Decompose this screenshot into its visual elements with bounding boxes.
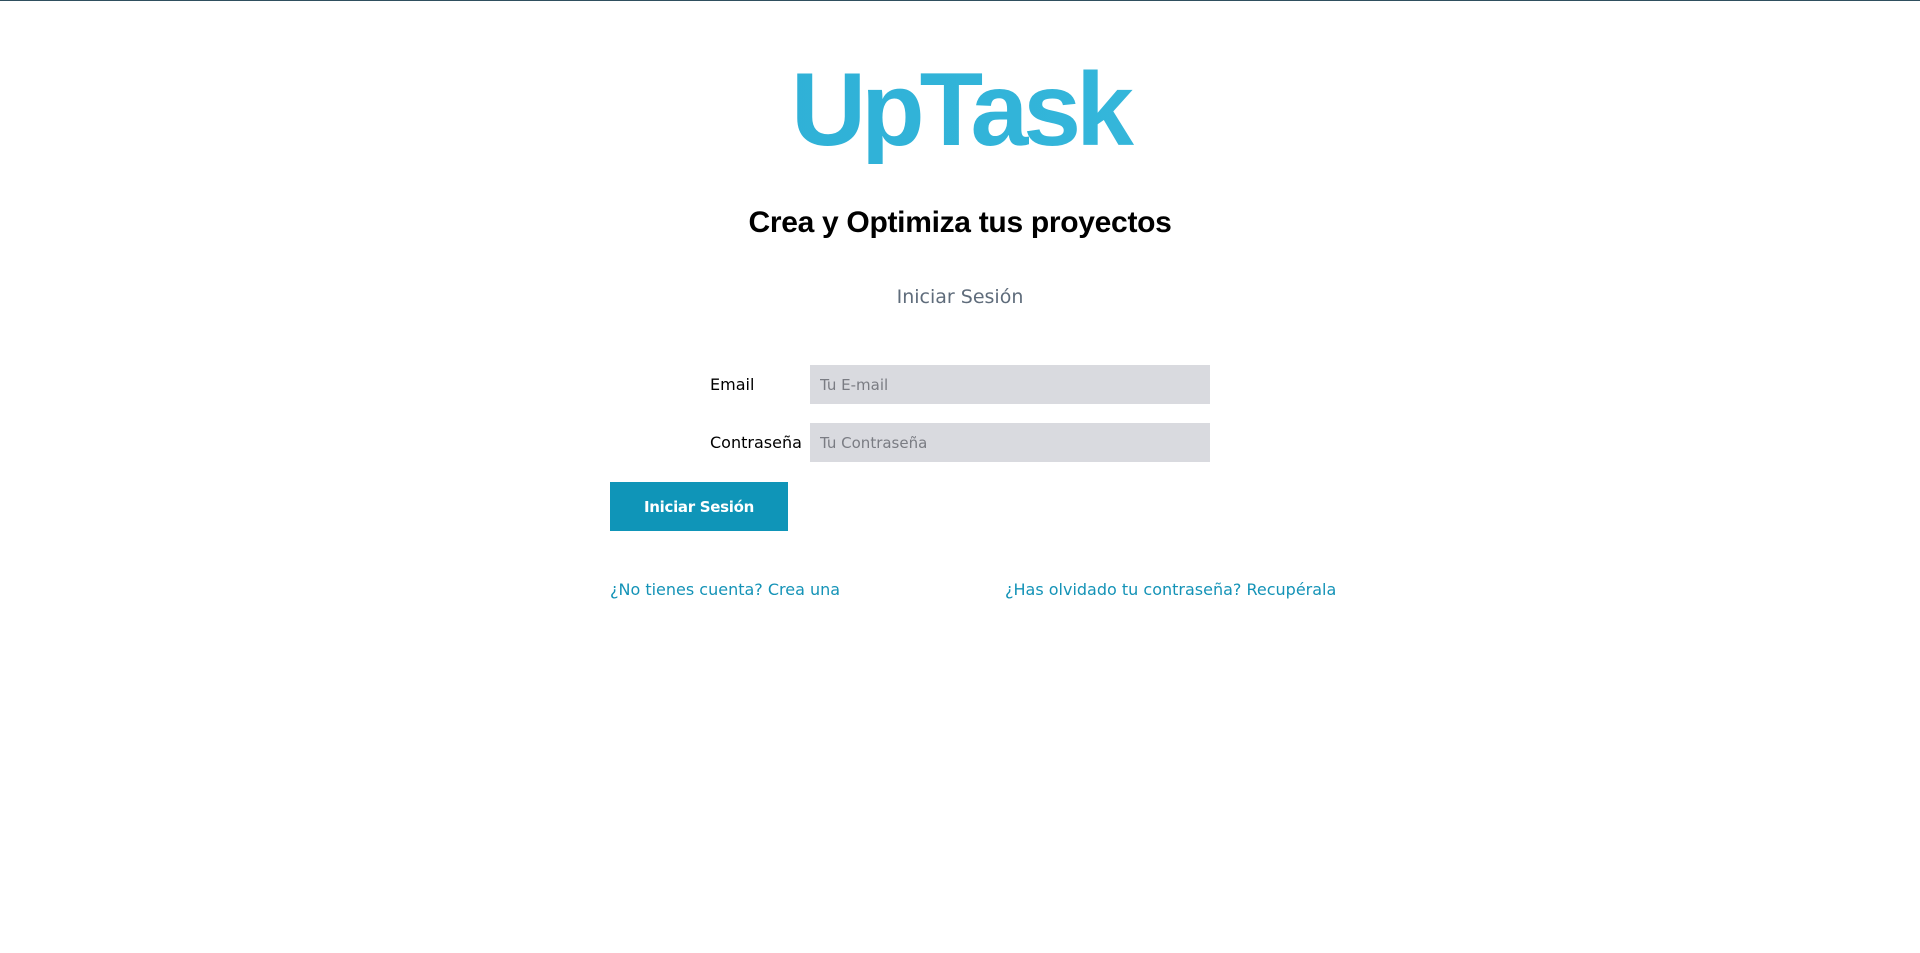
login-button[interactable]: Iniciar Sesión xyxy=(610,482,788,531)
password-field[interactable] xyxy=(810,423,1210,462)
tagline: Crea y Optimiza tus proyectos xyxy=(748,206,1172,239)
password-label: Contraseña xyxy=(710,433,802,452)
email-field[interactable] xyxy=(810,365,1210,404)
register-link[interactable]: ¿No tienes cuenta? Crea una xyxy=(610,579,840,601)
email-label: Email xyxy=(710,375,755,394)
forgot-password-link[interactable]: ¿Has olvidado tu contraseña? Recupérala xyxy=(1005,579,1336,601)
page-title: Iniciar Sesión xyxy=(896,286,1024,308)
logo: UpTask xyxy=(0,56,1920,164)
top-border xyxy=(0,0,1920,1)
